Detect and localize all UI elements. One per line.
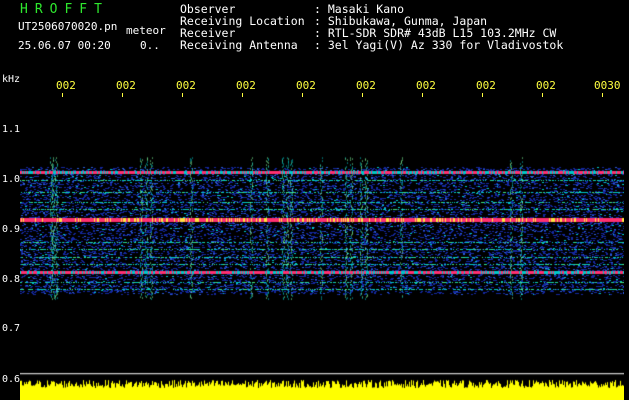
y-tick-label: 1.1 [2,124,21,135]
y-axis-unit: kHz [2,74,21,85]
info-label-antenna: Receiving Antenna [180,38,298,52]
mode-label: meteor [126,24,166,37]
x-tick-label: 002 [176,79,196,92]
y-tick-label: 0.6 [2,374,21,385]
hrofft-screen: HROFFT UT2506070020.pn meteor 25.06.07 0… [0,0,629,400]
x-tick-label: 002 [116,79,136,92]
x-tick-label: 002 [536,79,556,92]
file-name: UT2506070020.pn [18,20,118,33]
spectrogram-canvas [20,97,624,400]
x-tick-label: 0030 [594,79,621,92]
count-label: 0.. [140,39,160,52]
x-tick-label: 002 [476,79,496,92]
x-tick-label: 002 [296,79,316,92]
date-time: 25.06.07 00:20 [18,39,111,52]
x-tick-label: 002 [416,79,436,92]
info-value-antenna: : 3el Yagi(V) Az 330 for Vladivostok [314,38,564,52]
y-tick-label: 1.0 [2,174,21,185]
y-tick-label: 0.8 [2,274,21,285]
app-logo: HROFFT [20,2,109,17]
y-tick-label: 0.9 [2,224,21,235]
y-tick-label: 0.7 [2,323,21,334]
x-tick-label: 002 [356,79,376,92]
x-tick-label: 002 [56,79,76,92]
x-tick-label: 002 [236,79,256,92]
